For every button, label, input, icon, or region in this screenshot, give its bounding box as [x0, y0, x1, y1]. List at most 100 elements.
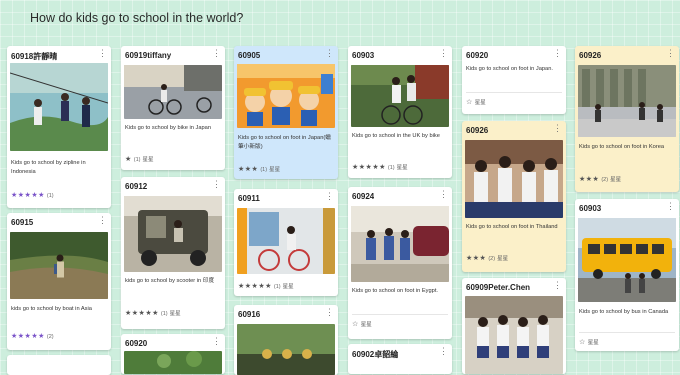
- post-caption: Kids go to school in the UK by bike: [352, 133, 440, 139]
- post-author: 60920: [125, 339, 148, 348]
- more-vertical-icon[interactable]: ⋮: [666, 202, 675, 211]
- post-caption: kids go to school by scooter in 印度: [125, 278, 215, 284]
- post-card[interactable]: [7, 355, 111, 375]
- post-rating[interactable]: ★★★ (2) 星星: [466, 254, 508, 262]
- rating-label: 星星: [610, 177, 622, 183]
- post-rating[interactable]: ★ (1) 星星: [125, 155, 154, 163]
- post-rating[interactable]: ☆ 星星: [352, 320, 372, 328]
- post-caption: Kids go to school on foot in Korea: [579, 144, 665, 150]
- post-rating[interactable]: ★★★ (2) 星星: [579, 175, 621, 183]
- post-author: 60902卓韶綸: [352, 350, 399, 359]
- star-icon[interactable]: ☆: [352, 321, 359, 328]
- star-icon[interactable]: ★★★★★: [125, 310, 159, 317]
- rating-label: 星星: [497, 256, 509, 262]
- post-card[interactable]: 60912 ⋮ kids go to school by scooter in …: [121, 177, 225, 329]
- star-icon[interactable]: ★★★★★: [352, 164, 386, 171]
- rating-count: (2): [46, 334, 54, 340]
- post-rating[interactable]: ★★★★★ (1) 星星: [238, 282, 294, 290]
- post-author: 60926: [466, 126, 489, 135]
- post-card[interactable]: 60902卓韶綸 ⋮: [348, 344, 452, 374]
- post-rating[interactable]: ☆ 星星: [466, 98, 486, 106]
- post-author: 60919tiffany: [125, 51, 172, 60]
- post-author: 60903: [579, 204, 602, 213]
- post-card[interactable]: 60915 ⋮ kids go to school by boat in Asi…: [7, 213, 111, 350]
- more-vertical-icon[interactable]: ⋮: [439, 347, 448, 356]
- more-vertical-icon[interactable]: ⋮: [325, 49, 334, 58]
- rating-count: (1): [260, 167, 268, 173]
- post-image: [237, 64, 335, 128]
- post-card[interactable]: 60920 ⋮: [121, 334, 225, 374]
- post-card[interactable]: 60926 ⋮ Kids go to school on foot in Tha…: [462, 121, 566, 272]
- rating-label: 星星: [169, 311, 181, 317]
- star-icon[interactable]: ★★★★★: [11, 192, 45, 199]
- post-rating[interactable]: ★★★★★ (1): [11, 191, 54, 199]
- more-vertical-icon[interactable]: ⋮: [98, 216, 107, 225]
- more-vertical-icon[interactable]: ⋮: [553, 124, 562, 133]
- divider: [466, 92, 562, 93]
- post-rating[interactable]: ★★★★★ (2): [11, 332, 54, 340]
- rating-label: 星星: [587, 340, 599, 346]
- post-author: 60926: [579, 51, 602, 60]
- post-card[interactable]: 60926 ⋮ Kids go to school on foot in Kor…: [575, 46, 679, 192]
- post-card[interactable]: 60903 ⋮ Kids go to school in the UK by b…: [348, 46, 452, 178]
- post-image: [10, 63, 108, 151]
- more-vertical-icon[interactable]: ⋮: [212, 180, 221, 189]
- star-icon[interactable]: ☆: [466, 99, 473, 106]
- post-author: 60903: [352, 51, 375, 60]
- star-icon[interactable]: ★★★: [238, 166, 258, 173]
- rating-count: (1): [273, 284, 281, 290]
- more-vertical-icon[interactable]: ⋮: [439, 190, 448, 199]
- post-rating[interactable]: ★★★★★ (1) 星星: [352, 163, 408, 171]
- post-card[interactable]: 60924 ⋮ Kids go to school on foot in Eyg…: [348, 187, 452, 339]
- post-author: 60912: [125, 182, 148, 191]
- post-card[interactable]: 60905 ⋮ Kids go to school on foot in Jap…: [234, 46, 338, 179]
- post-caption: kids go to school by boat in Asia: [11, 306, 92, 312]
- divider: [579, 332, 675, 333]
- post-image: [351, 65, 449, 127]
- more-vertical-icon[interactable]: ⋮: [553, 49, 562, 58]
- more-vertical-icon[interactable]: ⋮: [212, 337, 221, 346]
- more-vertical-icon[interactable]: ⋮: [553, 281, 562, 290]
- rating-count: (1): [160, 311, 168, 317]
- post-image: [578, 65, 676, 137]
- more-vertical-icon[interactable]: ⋮: [439, 49, 448, 58]
- board-title: How do kids go to school in the world?: [30, 11, 244, 25]
- post-author: 60915: [11, 218, 34, 227]
- post-card[interactable]: 60920 ⋮ Kids go to school on foot in Jap…: [462, 46, 566, 114]
- rating-label: 星星: [282, 284, 294, 290]
- post-card[interactable]: 60903 ⋮ Kids go to school by bus in Cana…: [575, 199, 679, 351]
- post-rating[interactable]: ★★★ (1) 星星: [238, 165, 280, 173]
- star-icon[interactable]: ★★★★★: [11, 333, 45, 340]
- post-author: 60905: [238, 51, 261, 60]
- post-image: [124, 351, 222, 374]
- post-author: 60911: [238, 194, 260, 203]
- post-image: [124, 65, 222, 119]
- rating-label: 星星: [142, 157, 154, 163]
- post-card[interactable]: 60918許靜晴 ⋮ Kids go to school by zipline …: [7, 46, 111, 208]
- post-author: 60918許靜晴: [11, 52, 58, 61]
- star-icon[interactable]: ★★★: [466, 255, 486, 262]
- more-vertical-icon[interactable]: ⋮: [666, 49, 675, 58]
- more-vertical-icon[interactable]: ⋮: [325, 192, 334, 201]
- more-vertical-icon[interactable]: ⋮: [325, 308, 334, 317]
- post-card[interactable]: 60911 ⋮ ★★★★★ (1) 星星: [234, 189, 338, 296]
- star-icon[interactable]: ★★★: [579, 176, 599, 183]
- post-card[interactable]: 60919tiffany ⋮ Kids go to school by bike…: [121, 46, 225, 170]
- more-vertical-icon[interactable]: ⋮: [212, 49, 221, 58]
- post-caption: Kids go to school on foot in Japan(蠟筆小新版…: [238, 135, 331, 150]
- post-rating[interactable]: ☆ 星星: [579, 338, 599, 346]
- post-caption: Kids go to school by zipline in Indonesi…: [11, 160, 86, 175]
- star-icon[interactable]: ★: [125, 156, 132, 163]
- rating-label: 星星: [269, 167, 281, 173]
- more-vertical-icon[interactable]: ⋮: [98, 49, 107, 58]
- post-image: [465, 140, 563, 218]
- post-author: 60909Peter.Chen: [466, 283, 531, 292]
- post-card[interactable]: 60909Peter.Chen ⋮: [462, 278, 566, 374]
- post-caption: Kids go to school by bus in Canada: [579, 309, 669, 315]
- star-icon[interactable]: ☆: [579, 339, 586, 346]
- post-rating[interactable]: ★★★★★ (1) 星星: [125, 309, 181, 317]
- post-caption: Kids go to school on foot in Eygpt.: [352, 288, 438, 294]
- post-image: [10, 232, 108, 299]
- post-card[interactable]: 60916 ⋮: [234, 305, 338, 375]
- star-icon[interactable]: ★★★★★: [238, 283, 272, 290]
